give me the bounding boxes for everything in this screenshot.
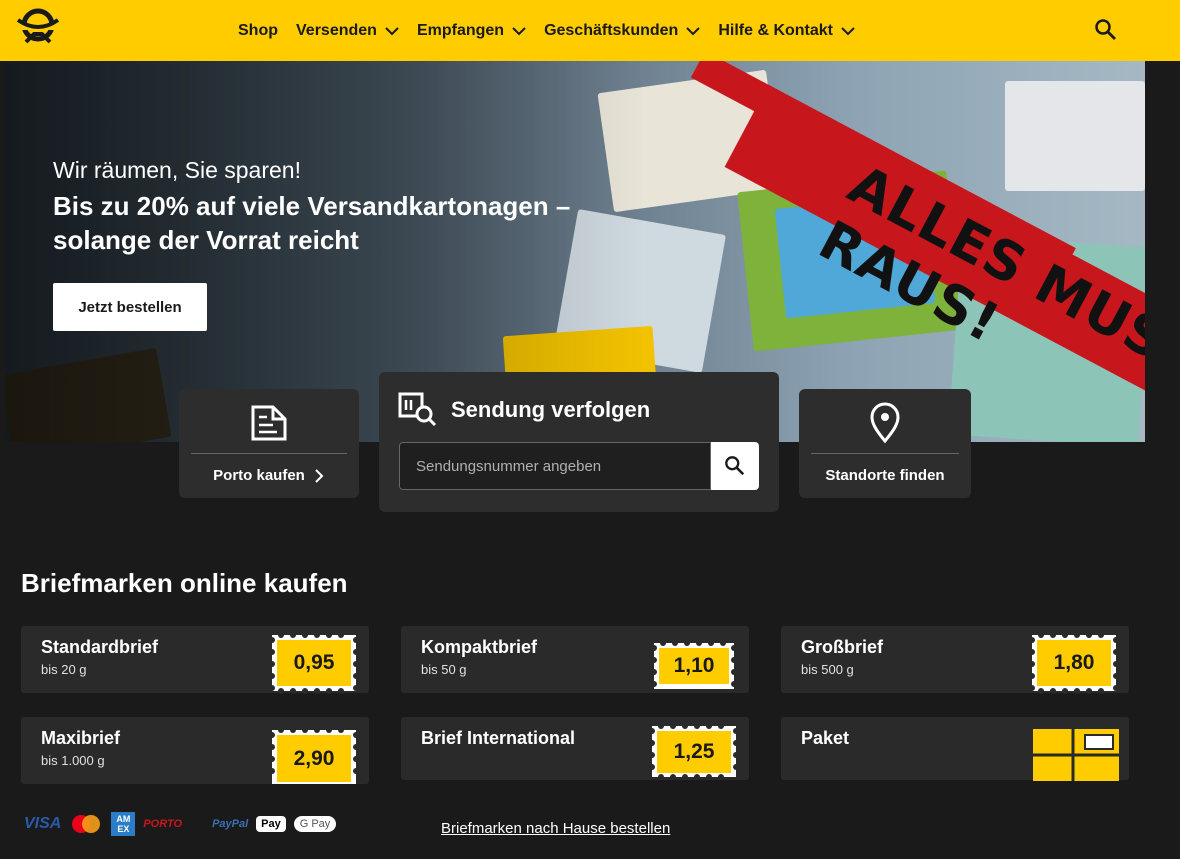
product-weight: bis 500 g [801, 662, 854, 677]
product-name: Maxibrief [41, 728, 121, 748]
product-paket[interactable]: Paket [781, 717, 1129, 781]
payment-methods: VISA AM EX PORTO PayPal Pay G Pay [24, 810, 344, 838]
hero-box-image [1005, 81, 1145, 191]
stamp-price-badge: 0,95 [269, 632, 359, 694]
price-label: 2,90 [277, 735, 351, 782]
product-weight: bis 20 g [41, 662, 87, 677]
tracking-search-button[interactable] [711, 442, 759, 490]
stamp-price-badge: 1,25 [649, 723, 739, 785]
product-name: Paket [801, 728, 850, 748]
top-header: Shop Versenden Empfangen Geschäftskunden… [0, 0, 1180, 61]
stamp-price-badge: 1,10 [651, 640, 737, 692]
porto-kaufen-label: Porto kaufen [213, 467, 305, 484]
chevron-down-icon [686, 26, 701, 35]
nav-versenden[interactable]: Versenden [296, 22, 399, 40]
order-stamps-home-link[interactable]: Briefmarken nach Hause bestellen [441, 820, 670, 837]
product-name: Brief International [421, 728, 576, 748]
google-pay-icon: G Pay [293, 816, 337, 832]
package-icon [1033, 729, 1119, 781]
product-grossbrief[interactable]: Großbrief bis 500 g 1,80 [781, 626, 1129, 694]
price-label: 1,80 [1037, 640, 1111, 686]
porto-kaufen-link[interactable]: Porto kaufen [179, 467, 359, 484]
product-weight: bis 50 g [421, 662, 467, 677]
price-label: 0,95 [277, 640, 351, 686]
nav-label: Hilfe & Kontakt [718, 21, 833, 39]
product-name: Kompaktbrief [421, 637, 538, 657]
stamp-icon [251, 405, 287, 441]
apple-pay-label: Pay [261, 818, 281, 830]
product-maxibrief[interactable]: Maxibrief bis 1.000 g 2,90 [21, 717, 369, 784]
price-label: 1,10 [659, 648, 729, 684]
chevron-down-icon [385, 26, 399, 35]
chevron-down-icon [841, 26, 855, 35]
amex-icon: AM EX [111, 812, 136, 836]
nav-label: Geschäftskunden [544, 21, 679, 39]
divider [191, 453, 347, 454]
chevron-right-icon [315, 468, 324, 483]
stamp-price-badge: 1,80 [1029, 632, 1119, 694]
apple-pay-icon: Pay [256, 816, 286, 832]
product-standardbrief[interactable]: Standardbrief bis 20 g 0,95 [21, 626, 369, 694]
paypal-icon: PayPal [212, 818, 249, 830]
divider [811, 453, 959, 454]
hero-subtitle: Wir räumen, Sie sparen! [53, 157, 301, 183]
product-brief-international[interactable]: Brief International 1,25 [401, 717, 749, 780]
hero-title: Bis zu 20% auf viele Versandkartonagen –… [53, 191, 571, 255]
section-title: Briefmarken online kaufen [21, 568, 348, 598]
tracking-title: Sendung verfolgen [451, 397, 651, 422]
nav-label: Shop [238, 21, 278, 39]
nav-shop[interactable]: Shop [238, 22, 278, 40]
nav-geschaeftskunden[interactable]: Geschäftskunden [544, 21, 701, 40]
main-nav: Shop Versenden Empfangen Geschäftskunden… [238, 0, 873, 61]
product-name: Großbrief [801, 637, 884, 657]
amex-label: AM EX [116, 814, 131, 834]
porto-kaufen-card[interactable]: Porto kaufen [179, 389, 359, 498]
visa-icon: VISA [24, 815, 62, 832]
standorte-finden-label[interactable]: Standorte finden [799, 467, 971, 484]
tracking-card: Sendung verfolgen [379, 372, 779, 512]
search-icon[interactable] [1094, 18, 1118, 42]
product-name: Standardbrief [41, 637, 159, 657]
product-kompaktbrief[interactable]: Kompaktbrief bis 50 g 1,10 [401, 626, 749, 693]
mastercard-icon [72, 815, 101, 833]
price-label: 1,25 [657, 731, 731, 773]
stamp-price-badge: 2,90 [269, 727, 359, 784]
nav-hilfe-kontakt[interactable]: Hilfe & Kontakt [718, 22, 855, 40]
nav-empfangen[interactable]: Empfangen [417, 22, 526, 40]
tracking-number-input[interactable] [399, 442, 711, 490]
product-weight: bis 1.000 g [41, 753, 105, 768]
post-horn-logo-icon[interactable] [14, 8, 62, 48]
nav-label: Versenden [296, 21, 377, 39]
standorte-card[interactable]: Standorte finden [799, 389, 971, 498]
order-now-button[interactable]: Jetzt bestellen [53, 283, 207, 331]
location-pin-icon [870, 402, 900, 444]
search-icon [725, 456, 745, 476]
chevron-down-icon [512, 26, 526, 35]
google-pay-label: G Pay [299, 818, 331, 830]
nav-label: Empfangen [416, 21, 505, 39]
porto-icon: PORTO [143, 818, 183, 830]
package-search-icon [398, 392, 437, 427]
